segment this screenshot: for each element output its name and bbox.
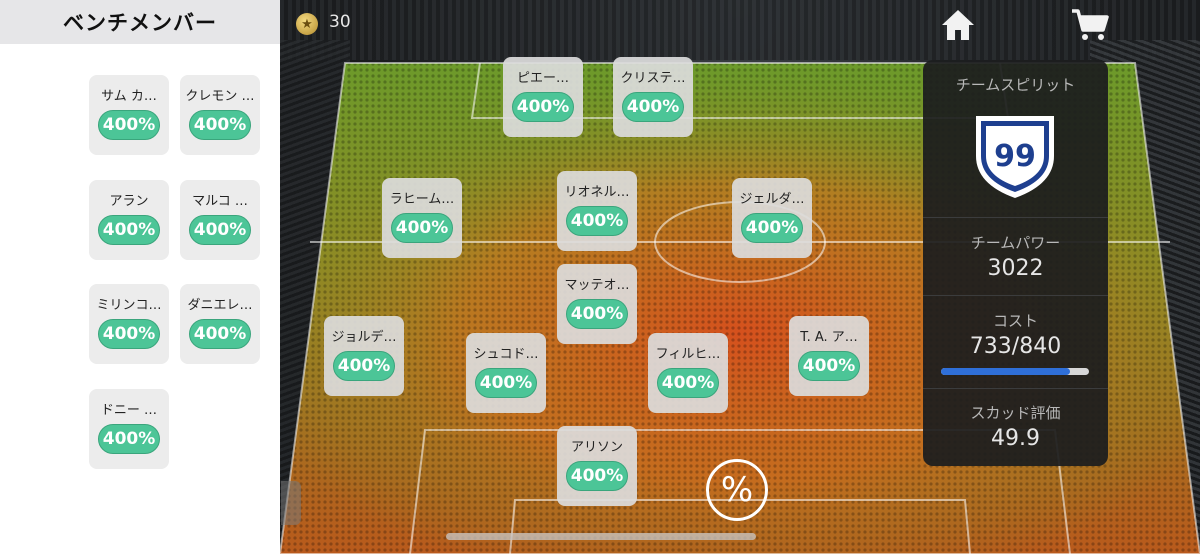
player-name: ジョルデ… (331, 330, 397, 345)
player-name: アラン (109, 194, 149, 209)
player-rating-badge: 400% (566, 299, 628, 329)
team-spirit-label: チームスピリット (955, 76, 1076, 94)
player-rating-badge: 400% (566, 461, 628, 491)
field-player-card[interactable]: T. A. ア… 400% (789, 316, 869, 396)
player-name: ジェルダ… (739, 192, 805, 207)
player-name: シュコド… (473, 347, 539, 362)
bench-header: ベンチメンバー (0, 0, 280, 44)
player-rating-badge: 400% (657, 368, 719, 398)
side-drawer-handle[interactable] (281, 481, 301, 525)
field-player-card[interactable]: ラヒーム… 400% (382, 178, 462, 258)
field-player-card[interactable]: マッテオ… 400% (557, 264, 637, 344)
player-rating-badge: 400% (512, 92, 574, 122)
field-player-card[interactable]: クリステ… 400% (613, 57, 693, 137)
player-rating-badge: 400% (189, 215, 251, 245)
player-rating-badge: 400% (391, 213, 453, 243)
star-coin-icon: ★ (296, 13, 318, 35)
cost-progress-fill (941, 368, 1071, 375)
player-rating-badge: 400% (622, 92, 684, 122)
team-spirit-shield: 99 (976, 116, 1054, 198)
bench-player-card[interactable]: サム カ… 400% (89, 75, 169, 155)
player-rating-badge: 400% (98, 215, 160, 245)
player-rating-badge: 400% (98, 424, 160, 454)
team-spirit-value: 99 (994, 139, 1036, 174)
field-player-card[interactable]: アリソン 400% (557, 426, 637, 506)
cost-value: 733/840 (969, 334, 1062, 359)
player-name: フィルヒ… (655, 347, 721, 362)
cost-label: コスト (992, 312, 1038, 330)
squad-rating-value: 49.9 (991, 426, 1040, 451)
team-power-value: 3022 (987, 256, 1044, 281)
bench-player-card[interactable]: ダニエレ… 400% (180, 284, 260, 364)
player-rating-badge: 400% (98, 319, 160, 349)
player-name: マルコ … (192, 194, 248, 209)
bench-title: ベンチメンバー (63, 11, 217, 35)
player-name: アリソン (570, 440, 623, 455)
cost-progress-bar (941, 368, 1089, 375)
player-rating-badge: 400% (798, 351, 860, 381)
player-name: クレモン … (185, 89, 255, 104)
bench-player-card[interactable]: クレモン … 400% (180, 75, 260, 155)
player-name: クリステ… (620, 71, 686, 86)
player-rating-badge: 400% (189, 110, 251, 140)
player-rating-badge: 400% (475, 368, 537, 398)
percent-button[interactable]: % (706, 459, 768, 521)
player-name: ピエー… (516, 71, 569, 86)
player-rating-badge: 400% (98, 110, 160, 140)
player-name: ダニエレ… (187, 298, 253, 313)
home-icon[interactable] (940, 8, 976, 42)
divider (923, 217, 1108, 218)
player-name: リオネル… (564, 185, 630, 200)
player-rating-badge: 400% (566, 206, 628, 236)
field-player-card[interactable]: ピエー… 400% (503, 57, 583, 137)
player-rating-badge: 400% (741, 213, 803, 243)
player-rating-badge: 400% (189, 319, 251, 349)
divider (923, 388, 1108, 389)
team-power-label: チームパワー (970, 234, 1061, 252)
bench-player-card[interactable]: マルコ … 400% (180, 180, 260, 260)
coin-count: 30 (329, 12, 351, 32)
field-player-card[interactable]: シュコド… 400% (466, 333, 546, 413)
divider (923, 295, 1108, 296)
bench-panel: ベンチメンバー サム カ… 400% クレモン … 400% アラン 400% … (0, 0, 280, 554)
cart-icon[interactable] (1070, 8, 1110, 42)
player-name: マッテオ… (564, 278, 630, 293)
bench-player-card[interactable]: アラン 400% (89, 180, 169, 260)
crowd-stands-top (280, 0, 1200, 60)
bench-player-card[interactable]: ドニー … 400% (89, 389, 169, 469)
team-stats-panel: チームスピリット 99 チームパワー 3022 コスト 733/840 スカッド… (923, 60, 1108, 466)
scroll-indicator[interactable] (446, 533, 756, 540)
field-player-card[interactable]: ジョルデ… 400% (324, 316, 404, 396)
squad-rating-label: スカッド評価 (970, 404, 1061, 422)
player-name: ミリンコ… (96, 298, 162, 313)
field-player-card[interactable]: フィルヒ… 400% (648, 333, 728, 413)
bench-player-card[interactable]: ミリンコ… 400% (89, 284, 169, 364)
player-rating-badge: 400% (333, 351, 395, 381)
player-name: ドニー … (100, 403, 158, 418)
field-player-card[interactable]: ジェルダ… 400% (732, 178, 812, 258)
player-name: ラヒーム… (389, 192, 455, 207)
player-name: T. A. ア… (800, 330, 858, 345)
field-player-card[interactable]: リオネル… 400% (557, 171, 637, 251)
player-name: サム カ… (101, 89, 157, 104)
